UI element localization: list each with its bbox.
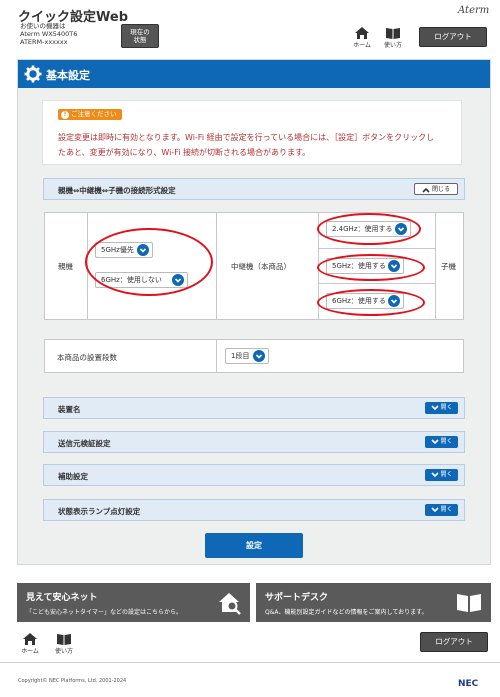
logout-button[interactable]: ログアウト: [419, 27, 487, 47]
install-stage-label: 本商品の設置段数: [57, 353, 117, 362]
install-stage-row: 本商品の設置段数 1段目: [44, 339, 464, 373]
footer-divider: [0, 662, 500, 663]
highlight-ring-5ghz: [317, 254, 425, 281]
open-section-button[interactable]: 開く: [425, 469, 458, 481]
book-icon: [457, 594, 481, 612]
home-icon: [355, 27, 369, 39]
open-section-label: 開く: [440, 404, 453, 411]
footer-home-label: ホーム: [21, 648, 39, 655]
header: クイック設定Web お使いの機器は Aterm WX5400T6 ATERM-x…: [0, 0, 500, 56]
mieteanshin-banner[interactable]: 見えて安心ネット 「こども安心ネットタイマー」などの設定はこちらから。: [17, 583, 250, 622]
notice-tag-label: ご注意ください: [71, 110, 117, 118]
home-icon: [23, 633, 37, 645]
notice-text: 設定変更は即時に有効となります。Wi-Fi 経由で設定を行っている場合には、［設…: [58, 130, 453, 160]
install-stage-value: 1段目: [231, 352, 250, 360]
device-name-section[interactable]: 装置名 開く: [43, 397, 465, 419]
open-section-label: 開く: [440, 506, 453, 513]
connection-section-label: 親機⇔中継機⇔子機の接続形式設定: [58, 186, 176, 195]
mieteanshin-sub: 「こども安心ネットタイマー」などの設定はこちらから。: [26, 609, 183, 616]
home-label: ホーム: [353, 42, 371, 49]
chevron-down-icon: [430, 438, 439, 444]
aterm-logo: Aterm: [458, 5, 490, 16]
house-search-icon: [219, 593, 241, 615]
panel-header: 基本設定: [18, 60, 490, 88]
highlight-ring-6ghz: [317, 289, 425, 316]
open-section-button[interactable]: 開く: [425, 504, 458, 516]
chevron-down-icon: [430, 506, 439, 512]
notice-line-1: 設定変更は即時に有効となります。Wi-Fi 経由で設定を行っている場合には、［設…: [58, 133, 435, 142]
notice-box: ! ご注意ください 設定変更は即時に有効となります。Wi-Fi 経由で設定を行って…: [42, 100, 462, 165]
status-lamp-section[interactable]: 状態表示ランプ点灯設定 開く: [43, 499, 465, 521]
open-section-label: 開く: [440, 438, 453, 445]
notice-tag: ! ご注意ください: [58, 109, 122, 120]
nec-logo: NEC: [458, 679, 479, 689]
home-button[interactable]: ホーム: [350, 26, 374, 49]
source-verification-section[interactable]: 送信元検証設定 開く: [43, 431, 465, 453]
mieteanshin-title: 見えて安心ネット: [26, 593, 98, 603]
chevron-down-icon: [253, 350, 265, 362]
close-section-label: 閉じる: [431, 186, 450, 193]
connection-table: 親機 5GHz優先 6GHz：使用しない 中継機（本商品） 2.4GHz：使用す…: [44, 212, 464, 320]
basic-settings-panel: 基本設定 ! ご注意ください 設定変更は即時に有効となります。Wi-Fi 経由で設…: [17, 59, 491, 565]
auxiliary-settings-section-label: 補助設定: [58, 472, 88, 481]
help-button[interactable]: 使い方: [381, 26, 405, 49]
current-status-button[interactable]: 現在の 状態: [121, 24, 159, 48]
footer-help-button[interactable]: 使い方: [52, 632, 76, 655]
install-stage-select[interactable]: 1段目: [225, 348, 269, 364]
notice-line-2: たあと、変更が有効になり、Wi-Fi 接続が切断される場合があります。: [58, 148, 311, 157]
child-label: 子機: [441, 262, 456, 271]
footer-logout-button[interactable]: ログアウト: [420, 632, 488, 652]
device-name: ATERM-xxxxxx: [20, 38, 68, 46]
open-section-label: 開く: [440, 471, 453, 478]
auxiliary-settings-section[interactable]: 補助設定 開く: [43, 464, 465, 486]
support-desk-sub: Q&A、機能別設定ガイドなどの情報をご案内しております。: [265, 609, 428, 616]
open-section-button[interactable]: 開く: [425, 402, 458, 414]
status-lamp-section-label: 状態表示ランプ点灯設定: [58, 507, 141, 516]
highlight-ring-24ghz: [317, 213, 421, 245]
chevron-down-icon: [430, 404, 439, 410]
gear-icon: [24, 65, 42, 83]
repeater-label: 中継機（本商品）: [231, 262, 291, 271]
page-title: 基本設定: [46, 69, 90, 82]
info-icon: !: [61, 111, 69, 119]
open-section-button[interactable]: 開く: [425, 436, 458, 448]
book-icon: [57, 634, 71, 645]
footer-help-label: 使い方: [54, 648, 73, 655]
close-section-button[interactable]: 閉じる: [414, 183, 458, 195]
device-info: お使いの機器は Aterm WX5400T6 ATERM-xxxxxx: [20, 22, 77, 46]
copyright: Copyright© NEC Platforms, Ltd. 2001-2024: [18, 678, 127, 684]
chevron-up-icon: [422, 187, 430, 193]
device-model: Aterm WX5400T6: [20, 30, 78, 38]
parent-label: 親機: [58, 262, 73, 271]
support-desk-title: サポートデスク: [265, 593, 329, 603]
support-desk-banner[interactable]: サポートデスク Q&A、機能別設定ガイドなどの情報をご案内しております。: [256, 583, 491, 622]
source-verification-section-label: 送信元検証設定: [58, 439, 111, 448]
help-label: 使い方: [383, 42, 402, 49]
connection-section-header[interactable]: 親機⇔中継機⇔子機の接続形式設定 閉じる: [43, 178, 465, 200]
book-icon: [386, 28, 400, 39]
chevron-down-icon: [430, 471, 439, 477]
device-name-section-label: 装置名: [58, 405, 81, 414]
status-button-line2: 状態: [133, 36, 147, 44]
status-button-line1: 現在の: [130, 28, 150, 36]
device-label: お使いの機器は: [20, 22, 66, 30]
highlight-ring-parent: [85, 228, 213, 296]
footer-home-button[interactable]: ホーム: [18, 632, 42, 655]
apply-settings-button[interactable]: 設定: [205, 533, 303, 558]
